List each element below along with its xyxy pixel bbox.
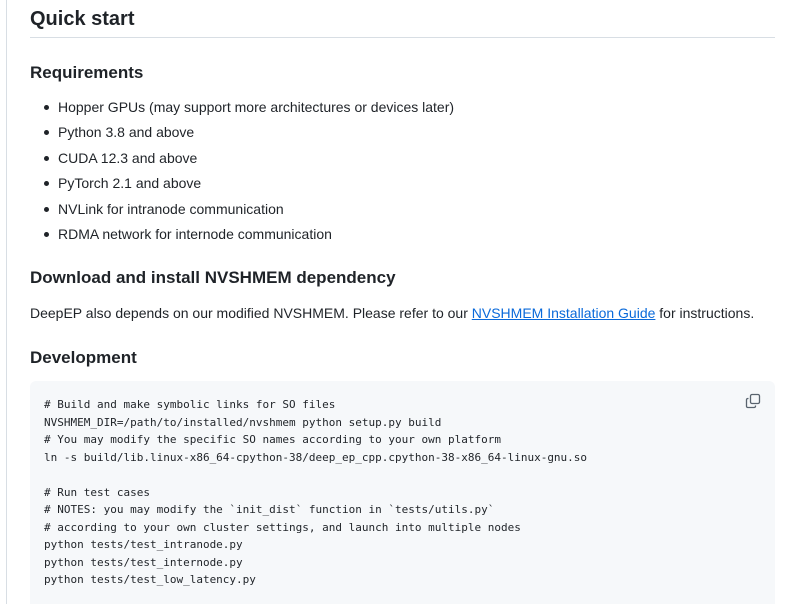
bullet-icon — [44, 181, 49, 187]
left-border — [6, 0, 7, 604]
code-line: python tests/test_intranode.py — [44, 538, 243, 551]
list-item: PyTorch 2.1 and above — [30, 172, 454, 197]
bullet-icon — [44, 231, 49, 237]
code-line: ln -s build/lib.linux-x86_64-cpython-38/… — [44, 450, 588, 464]
requirement-text: NVLink for intranode communication — [58, 200, 284, 217]
requirement-text: CUDA 12.3 and above — [58, 149, 198, 166]
code-block: # Build and make symbolic links for SO f… — [30, 381, 775, 604]
code-line: python tests/test_internode.py — [44, 555, 243, 569]
list-item: Hopper GPUs (may support more architectu… — [30, 96, 454, 121]
code-line: # NOTES: you may modify the `init_dist` … — [44, 503, 495, 516]
requirements-list: Hopper GPUs (may support more architectu… — [30, 96, 454, 248]
list-item: RDMA network for internode communication — [30, 223, 454, 248]
list-item: NVLink for intranode communication — [30, 198, 454, 223]
list-item: Python 3.8 and above — [30, 121, 454, 146]
download-text-after: for instructions. — [655, 305, 755, 321]
bullet-icon — [44, 155, 49, 161]
download-heading: Download and install NVSHMEM dependency — [30, 268, 396, 287]
bullet-icon — [44, 105, 49, 110]
requirements-heading: Requirements — [30, 63, 144, 82]
code-line: # You may modify the specific SO names a… — [44, 433, 501, 446]
download-paragraph: DeepEP also depends on our modified NVSH… — [30, 302, 754, 324]
code-line: python tests/test_low_latency.py — [44, 573, 256, 586]
code-line: # according to your own cluster settings… — [44, 520, 521, 534]
code-line: # Run test cases — [44, 485, 150, 499]
requirement-text: PyTorch 2.1 and above — [58, 175, 202, 192]
list-item: CUDA 12.3 and above — [30, 147, 454, 172]
bullet-icon — [44, 206, 49, 212]
code-content: # Build and make symbolic links for SO f… — [44, 396, 587, 589]
requirement-text: Python 3.8 and above — [58, 124, 195, 141]
heading-divider — [30, 37, 775, 38]
quick-start-heading: Quick start — [30, 8, 135, 30]
development-heading: Development — [30, 348, 137, 367]
requirement-text: Hopper GPUs (may support more architectu… — [58, 99, 455, 115]
code-line: # Build and make symbolic links for SO f… — [44, 398, 336, 411]
bullet-icon — [44, 130, 49, 136]
requirement-text: RDMA network for internode communication — [58, 225, 332, 242]
copy-icon[interactable] — [745, 393, 761, 409]
nvshmem-guide-link[interactable]: NVSHMEM Installation Guide — [472, 305, 656, 321]
code-line: NVSHMEM_DIR=/path/to/installed/nvshmem p… — [44, 415, 442, 429]
download-text-before: DeepEP also depends on our modified NVSH… — [30, 305, 472, 321]
